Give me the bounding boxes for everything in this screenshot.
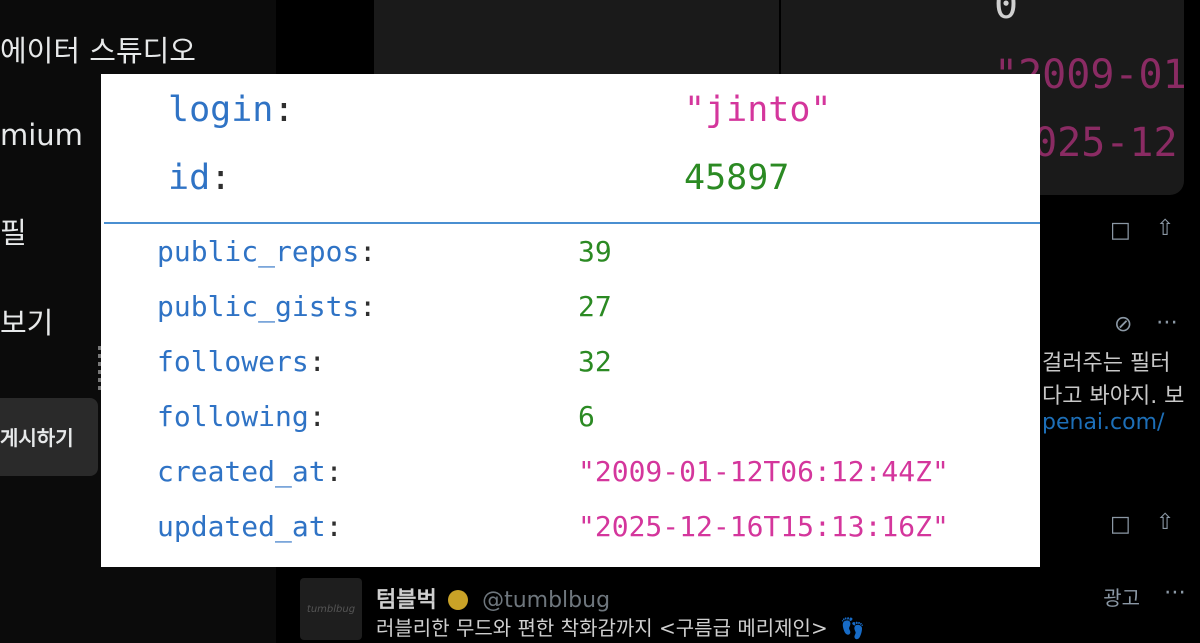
post-body-text: 러블리한 무드와 편한 착화감까지 <구름급 메리제인>: [376, 616, 828, 640]
field-key: followers: [157, 345, 309, 378]
post-author-handle: @tumblbug: [482, 588, 611, 613]
field-key: login: [168, 90, 274, 130]
avatar[interactable]: tumblbug: [300, 578, 362, 640]
field-colon: :: [308, 400, 326, 433]
share-icon[interactable]: ⇧: [1156, 510, 1174, 535]
shoe-emoji-icon: 👣: [840, 616, 865, 640]
field-colon: :: [325, 510, 343, 543]
field-colon: :: [359, 290, 377, 323]
field-key: id: [168, 158, 211, 198]
more-options-icon[interactable]: ⋯: [1164, 580, 1186, 605]
sidebar-item-profile[interactable]: 필: [0, 210, 27, 252]
field-value: 32: [578, 345, 612, 378]
field-key: updated_at: [157, 510, 326, 543]
post-snippet-link[interactable]: penai.com/: [1042, 410, 1164, 435]
post-button-label: 게시하기: [0, 426, 74, 450]
share-icon[interactable]: ⇧: [1156, 216, 1174, 241]
field-value: "2009-01-12T06:12:44Z": [578, 455, 949, 488]
field-value: "jinto": [684, 90, 832, 130]
profile-header-section: login: "jinto" id: 45897: [104, 74, 1040, 224]
code-card-line: 0: [994, 0, 1019, 28]
field-followers: followers:: [157, 345, 326, 378]
field-value: 6: [578, 400, 595, 433]
field-login: login:: [168, 90, 294, 130]
sidebar-item-more[interactable]: 보기: [0, 300, 53, 342]
field-following: following:: [157, 400, 326, 433]
field-value: 45897: [684, 158, 790, 198]
field-value: "2025-12-16T15:13:16Z": [578, 510, 949, 543]
field-key: public_repos: [157, 235, 360, 268]
github-profile-json: login: "jinto" id: 45897 public_repos: 3…: [101, 74, 1040, 567]
bookmark-icon[interactable]: □: [1110, 512, 1131, 537]
post-author-name: 텀블벅: [376, 588, 437, 613]
field-public-gists: public_gists:: [157, 290, 376, 323]
field-id: id:: [168, 158, 231, 198]
field-colon: :: [325, 455, 343, 488]
grok-icon[interactable]: ⊘: [1114, 312, 1132, 337]
field-colon: :: [210, 158, 232, 198]
verified-badge-icon: [448, 590, 469, 610]
sidebar-item-creator-studio[interactable]: 에이터 스튜디오: [0, 28, 196, 70]
post-button[interactable]: 게시하기: [0, 398, 98, 476]
field-colon: :: [308, 345, 326, 378]
post-snippet-line: 걸러주는 필터: [1042, 351, 1171, 376]
field-colon: :: [359, 235, 377, 268]
ad-post[interactable]: tumblbug 텀블벅 @tumblbug 러블리한 무드와 편한 착화감까지…: [276, 560, 1200, 643]
post-snippet-line: 다고 봐야지. 보: [1042, 384, 1185, 409]
sidebar-item-premium[interactable]: mium: [0, 118, 83, 152]
field-key: following: [157, 400, 309, 433]
field-value: 39: [578, 235, 612, 268]
more-options-icon[interactable]: ⋯: [1156, 310, 1178, 335]
post-author[interactable]: 텀블벅 @tumblbug: [376, 582, 610, 614]
field-public-repos: public_repos:: [157, 235, 376, 268]
field-colon: :: [273, 90, 295, 130]
field-value: 27: [578, 290, 612, 323]
field-key: public_gists: [157, 290, 360, 323]
field-created-at: created_at:: [157, 455, 342, 488]
field-updated-at: updated_at:: [157, 510, 342, 543]
post-body: 러블리한 무드와 편한 착화감까지 <구름급 메리제인> 👣: [376, 612, 865, 641]
bookmark-icon[interactable]: □: [1110, 218, 1131, 243]
field-key: created_at: [157, 455, 326, 488]
ad-label: 광고: [1103, 586, 1140, 610]
